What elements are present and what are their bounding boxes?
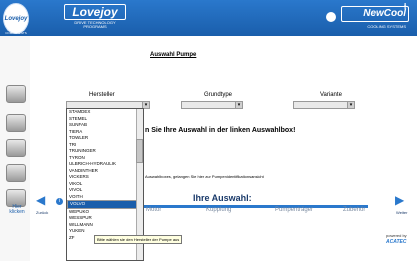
instruction-secondary: Auswahlboxes, gelangen Sie hier zur Pump…: [145, 174, 264, 179]
bracket-nav-icon[interactable]: [6, 164, 26, 182]
dropdown-items: STAMDEX STEMEL SUNFAB TIERA TOWLER TRI TRUNING…: [67, 109, 143, 241]
left-rail: [0, 36, 30, 261]
dropdown-tooltip: Bitte wählen sie den Hersteller der Pump…: [94, 235, 183, 244]
coupling-nav-icon[interactable]: [6, 139, 26, 157]
label-grundtype: Grundtype: [204, 92, 233, 98]
label-variante: Variante: [320, 92, 342, 98]
scrollbar-thumb[interactable]: [136, 139, 143, 163]
step-zubehoer[interactable]: Zubehör: [343, 207, 365, 213]
chevron-down-icon[interactable]: ▾: [235, 102, 242, 108]
back-arrow-icon[interactable]: ◀: [36, 193, 45, 207]
step-motor[interactable]: Motor: [146, 207, 161, 213]
rail-tip-link[interactable]: Hier klicken: [5, 205, 29, 215]
dropdown-item[interactable]: VOLVO: [67, 200, 143, 209]
next-button-label[interactable]: Weiter: [396, 210, 407, 215]
step-pumpentraeger[interactable]: Pumpenträger: [275, 207, 313, 213]
header-right-glyph: Ɨ: [404, 2, 407, 11]
instruction-message: n Sie Ihre Auswahl in der linken Auswahl…: [145, 127, 296, 134]
motor-nav-icon[interactable]: [6, 114, 26, 132]
variante-select[interactable]: ▾: [293, 101, 355, 109]
info-icon[interactable]: i: [56, 198, 63, 205]
selection-title: Ihre Auswahl:: [193, 193, 252, 203]
newcool-logo: NewCool: [341, 6, 409, 22]
chevron-down-icon[interactable]: ▾: [347, 102, 354, 108]
step-kupplung[interactable]: Kupplung: [206, 207, 231, 213]
brand-logo: Lovejoy: [64, 4, 126, 20]
label-hersteller: Hersteller: [89, 92, 115, 98]
newcool-dot-icon: [326, 12, 336, 22]
next-arrow-icon[interactable]: ▶: [395, 193, 404, 207]
newcool-subtitle: COOLING SYSTEMS: [367, 24, 406, 29]
footer-powered: powered by: [386, 233, 407, 238]
seal-subtitle: HYDRAULIC COMPONENTS: [5, 28, 27, 35]
page-title: Auswahl Pumpe: [150, 52, 197, 58]
brand-tagline: DRIVE TECHNOLOGY PROGRAMS: [74, 20, 116, 29]
footer-brand: ACATEC: [386, 239, 407, 245]
pump-nav-icon[interactable]: [6, 85, 26, 103]
grundtype-select[interactable]: ▾: [181, 101, 243, 109]
back-button-label[interactable]: Zurück: [36, 210, 48, 215]
